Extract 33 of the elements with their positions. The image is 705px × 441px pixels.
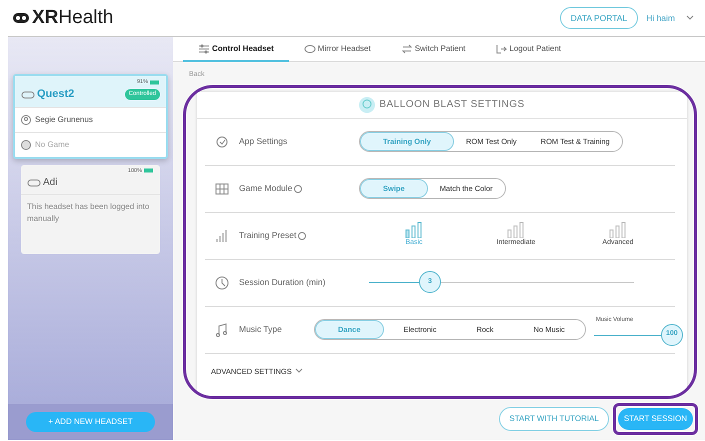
- music-icon: [215, 322, 229, 336]
- chevron-down-icon: [294, 367, 304, 376]
- grid-icon: [215, 182, 229, 196]
- settings-title: BALLOON BLAST SETTINGS: [379, 98, 525, 112]
- logo: XRHealth: [32, 6, 114, 30]
- bars-icon: [609, 222, 627, 238]
- bars-icon: [507, 222, 525, 238]
- bars-icon: [215, 228, 229, 242]
- logo-icon: [12, 12, 30, 24]
- headset-name: Adi: [43, 176, 58, 190]
- sliders-icon: [198, 44, 210, 54]
- clock-icon: [215, 276, 229, 290]
- logout-icon: [495, 44, 508, 54]
- setting-label: App Settings: [239, 135, 288, 148]
- headset-icon: [21, 90, 35, 98]
- tab[interactable]: Control Headset: [183, 37, 289, 62]
- tab[interactable]: Switch Patient: [386, 37, 480, 62]
- setting-label: Game Module: [239, 182, 292, 195]
- setting-label: Training Preset: [239, 229, 296, 242]
- tab[interactable]: Mirror Headset: [288, 37, 386, 62]
- patient-name: Segie Grunenus: [35, 114, 93, 126]
- battery-icon: [144, 168, 154, 174]
- headset-name: Quest2: [37, 87, 74, 102]
- setting-label: Session Duration (min): [239, 276, 326, 289]
- chevron-down-icon: [685, 14, 695, 22]
- headset-message: This headset has been logged into manually: [21, 194, 160, 254]
- bars-icon: [405, 222, 423, 238]
- game-name: No Game: [35, 138, 70, 151]
- tab[interactable]: Logout Patient: [480, 37, 576, 62]
- battery-icon: [150, 80, 160, 85]
- headset-icon: [27, 178, 41, 186]
- arrows-icon: [400, 44, 413, 54]
- setting-label: Music Type: [239, 323, 282, 336]
